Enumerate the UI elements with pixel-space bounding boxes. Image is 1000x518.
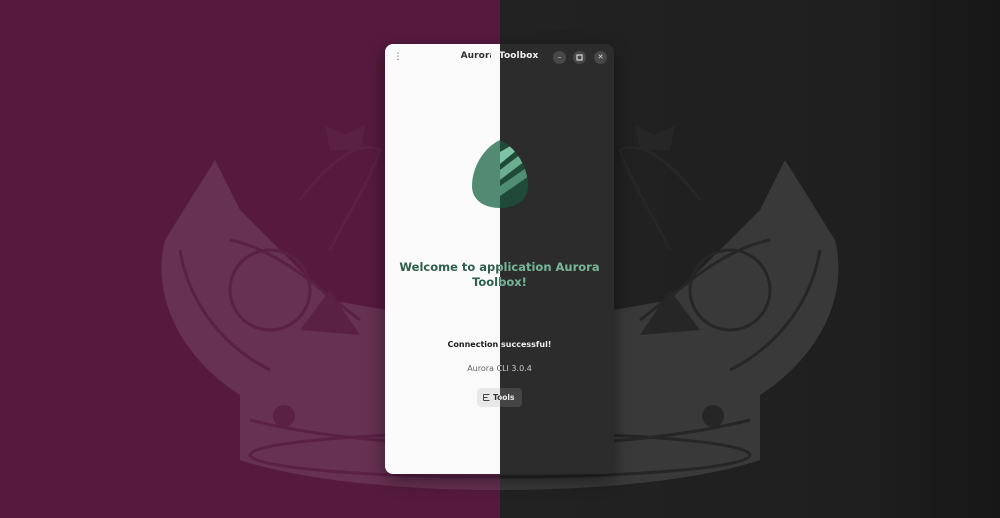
aurora-leaf-logo-icon	[472, 140, 528, 208]
cli-version-dark: Aurora CLI 3.0.4	[500, 364, 532, 373]
dark-theme-half	[500, 44, 614, 474]
welcome-line1-dark: Welcome to application Aurora	[500, 260, 600, 274]
welcome-dark-overlay: Welcome to application Aurora Toolbox!	[500, 260, 614, 290]
tools-button-label: Tools Tools	[493, 393, 514, 402]
tools-label-dark: Tools	[500, 393, 515, 402]
close-icon[interactable]: ✕	[594, 51, 607, 64]
window-title-light: Aurora Toolbox	[460, 51, 492, 61]
connection-status-dark: Connection successful!	[500, 340, 552, 349]
app-window: ⋮ Aurora Toolbox Aurora Toolbox Aurora T…	[385, 44, 614, 474]
status-dark-overlay: Connection successful!	[500, 340, 614, 349]
title-bar[interactable]: ⋮ Aurora Toolbox Aurora Toolbox Aurora T…	[385, 44, 614, 70]
cli-version: Aurora CLI 3.0.4 Aurora CLI 3.0.4	[385, 364, 614, 373]
light-theme-half	[385, 44, 500, 474]
connection-status: Connection successful! Connection succes…	[385, 340, 614, 349]
tools-list-icon	[483, 394, 490, 401]
minimize-icon[interactable]: –	[553, 51, 566, 64]
welcome-line2-dark: Toolbox!	[500, 275, 527, 289]
tools-label-dark-overlay: Tools	[500, 393, 522, 402]
maximize-icon[interactable]	[573, 51, 586, 64]
tools-button[interactable]: Tools Tools	[477, 388, 522, 407]
welcome-heading: Welcome to application Aurora Toolbox! W…	[385, 260, 614, 290]
version-dark-overlay: Aurora CLI 3.0.4	[500, 364, 614, 373]
